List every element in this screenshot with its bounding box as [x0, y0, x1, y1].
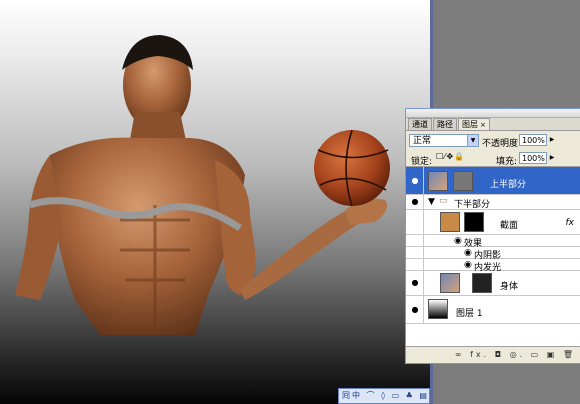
layer-mask-thumbnail	[472, 273, 492, 293]
layer-row-section[interactable]: 截面 fx	[406, 210, 580, 235]
layer-thumbnail	[428, 299, 448, 319]
eye-icon: ●	[411, 197, 419, 206]
tab-paths[interactable]: 路径	[433, 118, 457, 130]
layer-name[interactable]: 图层 1	[456, 306, 483, 319]
layer-name[interactable]: 身体	[500, 279, 518, 292]
eye-icon: ●	[411, 176, 419, 185]
opacity-label: 不透明度:	[482, 139, 522, 149]
layer-group-lower[interactable]: ● ▼ ▭ 下半部分	[406, 195, 580, 210]
layer-thumbnail	[440, 212, 460, 232]
fill-input[interactable]: 100%	[519, 152, 547, 164]
eye-icon: ●	[411, 305, 419, 314]
effect-inner-shadow[interactable]: ◉ 内阴影	[406, 247, 580, 261]
visibility-toggle[interactable]	[406, 259, 424, 270]
visibility-toggle[interactable]: ●	[406, 271, 424, 295]
tab-paths-label: 路径	[437, 120, 453, 129]
folder-icon: ▭	[439, 196, 448, 206]
layers-panel: 通道 路径 图层 × 正常 ▼ 不透明度: 100% ▶ 锁定: ☐⁄✥🔒 填充: …	[405, 108, 580, 364]
opacity-input[interactable]: 100%	[519, 134, 547, 146]
tab-layers[interactable]: 图层 ×	[458, 118, 490, 130]
layer-thumbnail	[440, 273, 460, 293]
tab-layers-label: 图层	[462, 120, 478, 129]
layer-row-layer1[interactable]: ● 图层 1	[406, 296, 580, 324]
language-bar[interactable]: 囘中 ⌒ ◊ ▭ ♣ ▤	[338, 388, 430, 404]
effects-row[interactable]: ◉ 效果	[406, 235, 580, 249]
panel-tabs: 通道 路径 图层 ×	[406, 118, 580, 131]
layer-mask-thumbnail	[464, 212, 484, 232]
tab-channels-label: 通道	[412, 120, 428, 129]
chevron-down-icon[interactable]: ▼	[467, 135, 478, 146]
layers-list: ● 上半部分 ● ▼ ▭ 下半部分 截面 fx ◉ 效果 ◉ 内阴影 ◉ 内发光…	[406, 166, 580, 347]
eye-icon: ●	[411, 278, 419, 287]
layers-bottom-toolbar[interactable]: ∞ fx. ◘ ◎. ▭ ▣ 🗑	[406, 346, 580, 363]
photo-artwork	[15, 35, 390, 335]
visibility-toggle[interactable]	[406, 235, 424, 246]
panel-grip[interactable]	[406, 109, 580, 118]
tab-channels[interactable]: 通道	[408, 118, 432, 130]
visibility-toggle[interactable]	[406, 247, 424, 258]
close-icon[interactable]: ×	[480, 121, 486, 129]
effect-inner-glow[interactable]: ◉ 内发光	[406, 259, 580, 273]
layer-name[interactable]: 下半部分	[454, 197, 490, 210]
document-canvas[interactable]	[0, 0, 433, 404]
layer-row-body[interactable]: ● 身体	[406, 271, 580, 296]
layer-name[interactable]: 上半部分	[490, 177, 526, 190]
fx-icon[interactable]: fx	[566, 218, 575, 228]
visibility-toggle[interactable]: ●	[406, 195, 424, 209]
fill-slider-icon[interactable]: ▶	[548, 152, 556, 164]
eye-icon: ◉	[464, 248, 472, 258]
group-expand-icon[interactable]: ▼	[428, 197, 435, 207]
blend-mode-select[interactable]: 正常 ▼	[409, 134, 479, 147]
eye-icon: ◉	[464, 260, 472, 270]
layer-row-upper[interactable]: ● 上半部分	[406, 167, 580, 195]
layer-name[interactable]: 截面	[500, 218, 518, 231]
blend-mode-value: 正常	[413, 136, 432, 146]
lock-icons[interactable]: ☐⁄✥🔒	[436, 152, 465, 161]
opacity-slider-icon[interactable]: ▶	[548, 134, 556, 146]
visibility-toggle[interactable]	[406, 210, 424, 234]
visibility-toggle[interactable]: ●	[406, 167, 424, 194]
layer-thumbnail	[428, 171, 448, 191]
eye-icon: ◉	[454, 236, 462, 246]
visibility-toggle[interactable]: ●	[406, 296, 424, 323]
layer-mask-thumbnail	[453, 171, 473, 191]
